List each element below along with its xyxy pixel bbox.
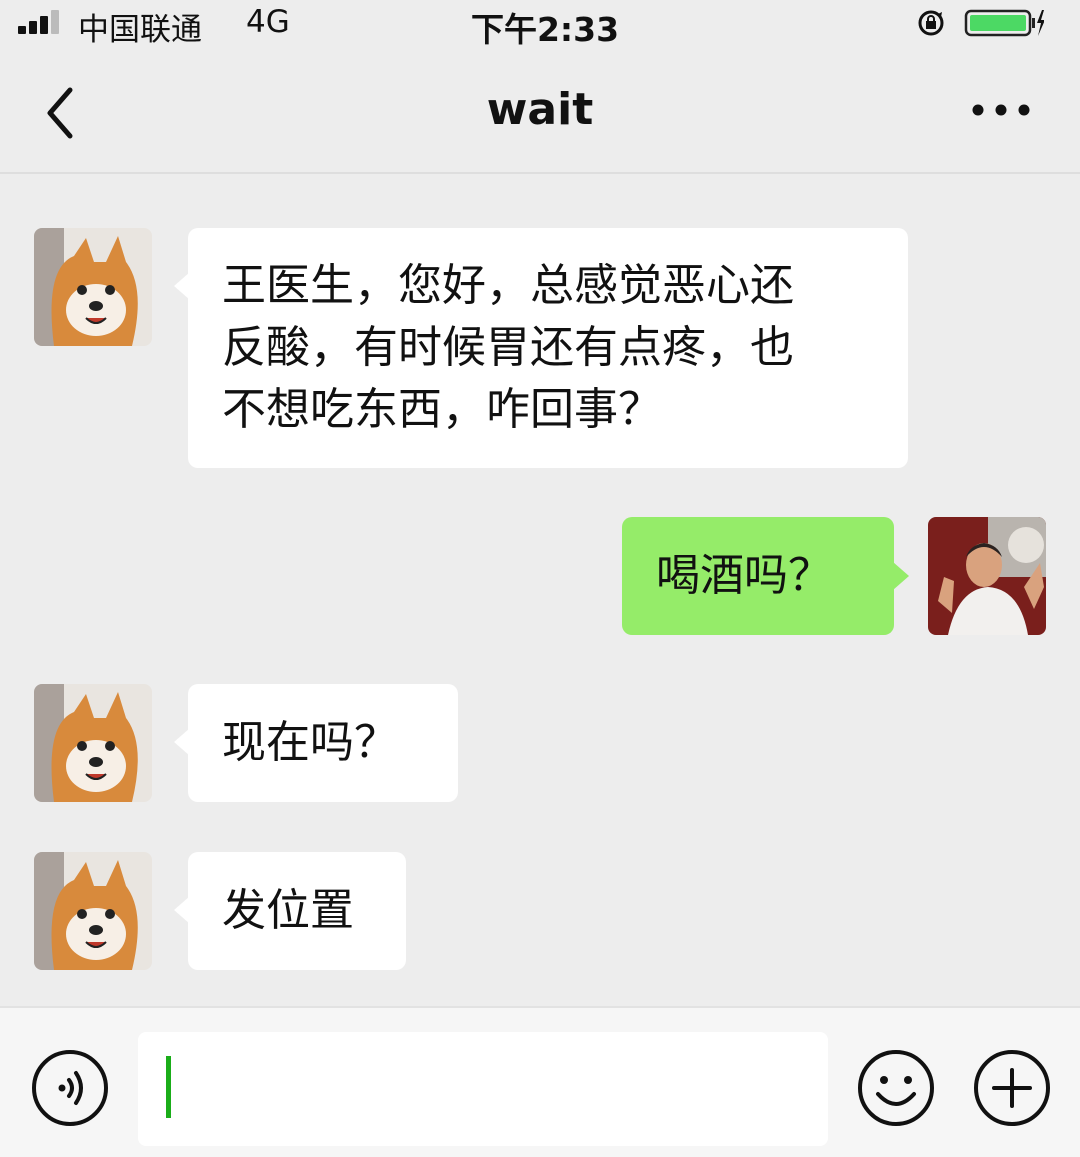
battery-charging-icon bbox=[964, 9, 1044, 37]
incoming-message-bubble[interactable]: 现在吗？ bbox=[188, 684, 458, 802]
message-text-line: 反酸，有时候胃还有点疼，也 bbox=[222, 322, 794, 373]
plus-icon[interactable] bbox=[972, 1048, 1052, 1128]
message-text-line: 喝酒吗？ bbox=[656, 550, 832, 601]
incoming-message-bubble[interactable]: 发位置 bbox=[188, 852, 406, 970]
nav-bar: wait bbox=[0, 50, 1080, 174]
contact-avatar[interactable] bbox=[34, 684, 152, 802]
message-text-line: 不想吃东西，咋回事？ bbox=[222, 384, 662, 435]
bubble-tail bbox=[893, 562, 909, 590]
outgoing-message-bubble[interactable]: 喝酒吗？ bbox=[622, 517, 894, 635]
contact-avatar[interactable] bbox=[34, 228, 152, 346]
doctor-avatar bbox=[928, 517, 1046, 635]
message-text-line: 发位置 bbox=[222, 885, 354, 936]
orientation-lock-icon bbox=[918, 10, 944, 36]
message-text-line: 现在吗？ bbox=[222, 717, 398, 768]
text-caret bbox=[166, 1056, 171, 1118]
emoji-icon[interactable] bbox=[856, 1048, 936, 1128]
more-dots-icon[interactable] bbox=[968, 98, 1034, 122]
shiba-dog-avatar bbox=[34, 684, 152, 802]
shiba-dog-avatar bbox=[34, 228, 152, 346]
message-text-line: 王医生，您好，总感觉恶心还 bbox=[222, 260, 794, 311]
voice-input-icon[interactable] bbox=[30, 1048, 110, 1128]
chat-title: wait bbox=[486, 84, 594, 135]
shiba-dog-avatar bbox=[34, 852, 152, 970]
chat-screen: 中国联通 4G 下午2:33 wait 王医生，您好，总感觉恶心还 反酸，有时候… bbox=[0, 0, 1080, 1157]
contact-avatar[interactable] bbox=[34, 852, 152, 970]
input-bar bbox=[0, 1006, 1080, 1157]
message-input[interactable] bbox=[138, 1032, 828, 1146]
incoming-message-bubble[interactable]: 王医生，您好，总感觉恶心还 反酸，有时候胃还有点疼，也 不想吃东西，咋回事？ bbox=[188, 228, 908, 468]
status-bar: 中国联通 4G 下午2:33 bbox=[0, 0, 1080, 50]
self-avatar[interactable] bbox=[928, 517, 1046, 635]
